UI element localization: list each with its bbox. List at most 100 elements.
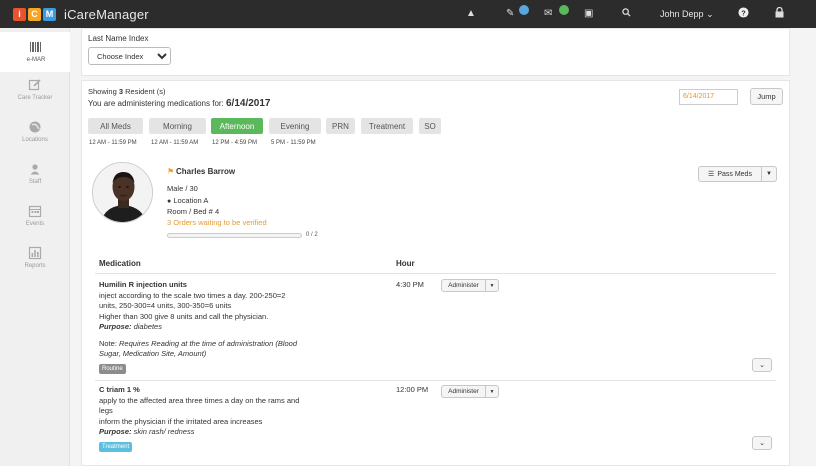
col-medication: Medication (99, 259, 141, 268)
sidebar-item-label: e-MAR (26, 57, 46, 63)
progress-count: 0 / 2 (306, 232, 318, 238)
barcode-icon (30, 42, 41, 52)
resident-photo (93, 163, 152, 222)
sidebar-item-emar[interactable]: e-MAR (0, 32, 70, 72)
administering-label: You are administering medications for: (88, 99, 226, 108)
purpose-value: skin rash/ redness (131, 427, 195, 436)
med-purpose: Purpose: skin rash/ redness (99, 427, 399, 438)
alert-triangle-icon[interactable]: ▲ (466, 8, 476, 19)
resident-avatar (92, 162, 153, 223)
showing-suffix: Resident (s) (123, 87, 166, 96)
chevron-down-icon: ⌄ (759, 362, 765, 369)
last-name-index-label: Last Name Index (88, 34, 149, 43)
sidebar-item-label: Staff (28, 179, 42, 185)
showing-prefix: Showing (88, 87, 119, 96)
tab-evening[interactable]: Evening (269, 118, 321, 134)
row-divider (95, 380, 776, 381)
med-name: C triam 1 % (99, 385, 140, 394)
med-instruction: apply to the affected area three times a… (99, 395, 300, 405)
list-icon: ☰ (708, 171, 715, 178)
caret-down-icon: ▼ (489, 388, 495, 395)
chevron-down-icon: ⌄ (706, 9, 714, 19)
pass-meds-label: Pass Meds (717, 170, 752, 178)
header-divider (95, 273, 776, 274)
tab-prn[interactable]: PRN (326, 118, 355, 134)
med-note-cont: Sugar, Medication Site, Amount) (99, 349, 207, 358)
help-icon[interactable]: ? (738, 7, 749, 21)
resident-gender-age: Male / 30 (167, 184, 198, 193)
edit-icon (28, 79, 41, 91)
sidebar-item-label: Events (25, 221, 45, 227)
tab-treatment[interactable]: Treatment (361, 118, 413, 134)
user-menu[interactable]: John Depp ⌄ (660, 9, 714, 20)
sidebar-item-locations[interactable]: Locations (0, 120, 70, 143)
sidebar-item-events[interactable]: Events (0, 204, 70, 227)
book-icon[interactable]: ▣ (584, 8, 593, 19)
administering-text: You are administering medications for: 6… (88, 98, 271, 109)
med-instruction: legs (99, 406, 113, 415)
tab-morning[interactable]: Morning (149, 118, 206, 134)
svg-text:?: ? (741, 8, 746, 17)
purpose-label: Purpose: (99, 427, 132, 436)
orders-waiting-link[interactable]: 3 Orders waiting to be verified (167, 218, 267, 227)
sidebar-item-care-tracker[interactable]: Care Tracker (0, 78, 70, 101)
pass-meds-button[interactable]: ☰ Pass Meds (698, 166, 762, 182)
tab-all-meds[interactable]: All Meds (88, 118, 143, 134)
med-hour: 4:30 PM (396, 280, 424, 289)
med-name: Humilin R injection units (99, 280, 187, 289)
note-text: Requires Reading at the time of administ… (119, 338, 298, 348)
resident-name[interactable]: Charles Barrow (176, 167, 235, 176)
administer-button[interactable]: Administer (441, 279, 486, 292)
administer-dropdown[interactable]: ▼ (485, 279, 499, 292)
envelope-icon[interactable]: ✉ (544, 8, 552, 19)
jump-button[interactable]: Jump (750, 88, 783, 105)
administering-date: 6/14/2017 (226, 98, 271, 109)
resident-location-row: ● Location A (167, 196, 208, 205)
resident-room: Room / Bed # 4 (167, 207, 220, 216)
treatment-tag: Treatment (99, 442, 133, 452)
sidebar-item-staff[interactable]: Staff (0, 162, 70, 185)
resident-location: Location A (173, 196, 209, 205)
app-name: iCareManager (64, 6, 149, 22)
med-purpose: Purpose: diabetes (99, 322, 399, 333)
chevron-down-icon: ⌄ (759, 440, 765, 447)
administer-button[interactable]: Administer (441, 385, 486, 398)
table-row: Humilin R injection units inject accordi… (99, 280, 399, 360)
med-instruction: Higher than 300 give 8 units and call th… (99, 311, 269, 321)
chart-icon (28, 246, 42, 260)
expand-row-button[interactable]: ⌄ (752, 436, 772, 450)
search-icon[interactable] (622, 8, 631, 20)
tab-range-all-meds: 12 AM - 11:59 PM (89, 140, 137, 146)
med-instruction: inject according to the scale two times … (99, 290, 286, 300)
pencil-icon[interactable]: ✎ (506, 8, 514, 19)
tab-range-afternoon: 12 PM - 4:59 PM (212, 140, 258, 146)
top-navbar: i C M iCareManager ▲ ✎ ✉ ▣ John Depp ⌄ ? (0, 0, 816, 28)
filter-panel (81, 28, 790, 76)
logo-letter-i: i (13, 7, 26, 21)
date-input[interactable]: 6/14/2017 (679, 89, 738, 105)
user-name: John Depp (660, 9, 704, 19)
med-note: Note: Requires Reading at the time of ad… (99, 339, 399, 350)
lock-icon[interactable] (775, 6, 784, 21)
pass-meds-dropdown[interactable]: ▼ (761, 166, 777, 182)
tab-so[interactable]: SO (419, 118, 441, 134)
note-prefix: Note: (99, 338, 120, 348)
sidebar: e-MAR Care Tracker Locations Staff Event… (0, 28, 70, 466)
flag-icon: ⚑ (167, 167, 175, 176)
routine-tag: Routine (99, 364, 126, 374)
last-name-index-select[interactable]: Choose Index (88, 47, 171, 65)
tab-range-evening: 5 PM - 11:59 PM (271, 140, 316, 146)
app-logo[interactable]: i C M iCareManager (13, 7, 149, 22)
sidebar-item-label: Care Tracker (17, 95, 53, 101)
message-badge (559, 5, 569, 15)
med-hour: 12:00 PM (396, 385, 429, 394)
caret-down-icon: ▼ (766, 171, 772, 177)
tab-afternoon[interactable]: Afternoon (211, 118, 263, 134)
expand-row-button[interactable]: ⌄ (752, 358, 772, 372)
map-marker-icon: ● (167, 198, 172, 205)
users-icon (30, 164, 40, 175)
administer-dropdown[interactable]: ▼ (485, 385, 499, 398)
calendar-icon (28, 205, 42, 218)
purpose-label: Purpose: (99, 322, 132, 331)
sidebar-item-reports[interactable]: Reports (0, 246, 70, 269)
